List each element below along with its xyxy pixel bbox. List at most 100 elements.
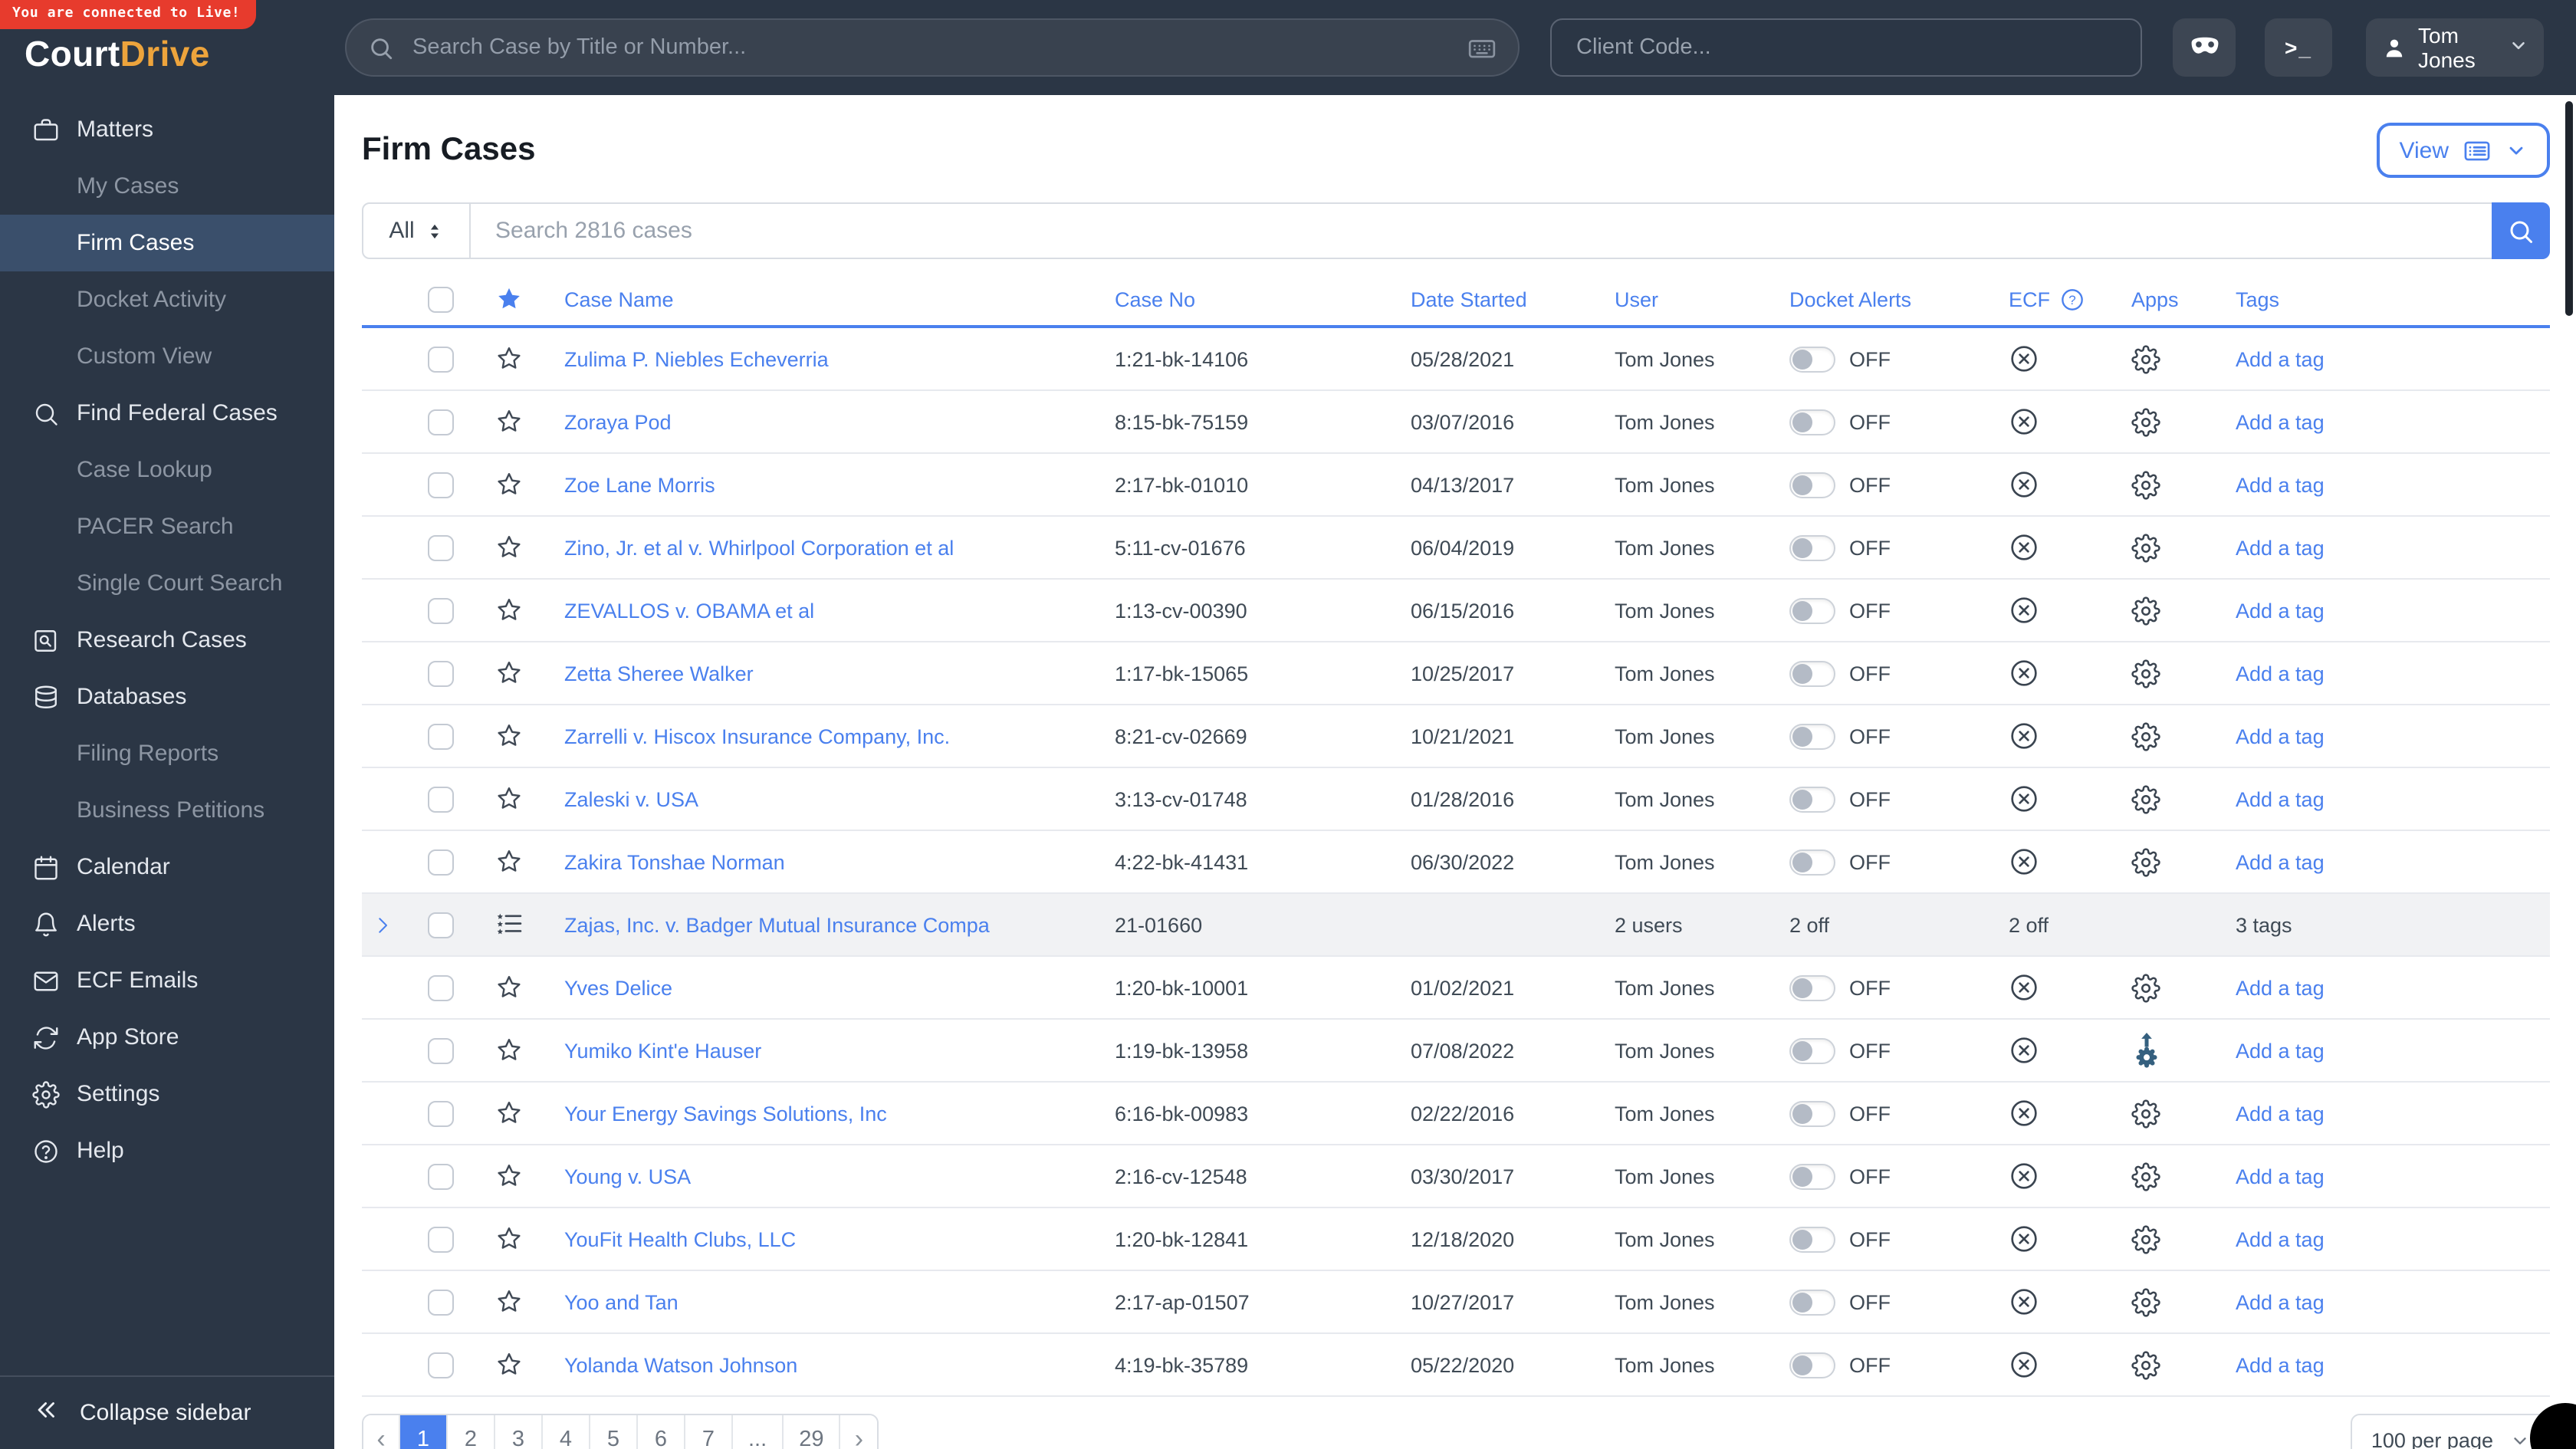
sidebar-item-docket-activity[interactable]: Docket Activity [0,271,334,328]
sidebar-item-settings[interactable]: Settings [0,1066,334,1122]
row-checkbox[interactable] [427,660,453,686]
table-search-button[interactable] [2492,202,2550,259]
favorite-star-icon[interactable] [495,596,523,624]
row-checkbox[interactable] [427,723,453,749]
apps-gear-icon[interactable] [2131,1162,2160,1191]
docket-alerts-toggle[interactable] [1789,472,1835,498]
column-header-docket-alerts[interactable]: Docket Alerts [1765,288,1984,310]
ecf-disabled-icon[interactable] [2009,406,2039,437]
docket-alerts-toggle[interactable] [1789,974,1835,1001]
pagination-page-5[interactable]: 5 [590,1415,638,1449]
case-name-link[interactable]: Zulima P. Niebles Echeverria [564,347,829,370]
case-name-link[interactable]: Yves Delice [564,976,672,999]
pagination-page-[interactable]: ... [733,1415,784,1449]
docket-alerts-toggle[interactable] [1789,597,1835,623]
ecf-disabled-icon[interactable] [2009,343,2039,374]
column-header-apps[interactable]: Apps [2107,288,2211,310]
row-checkbox[interactable] [427,346,453,372]
favorite-star-icon[interactable] [495,722,523,750]
favorite-star-icon[interactable] [495,1225,523,1253]
column-header-case-no[interactable]: Case No [1090,288,1386,310]
apps-gear-icon[interactable] [2131,847,2160,876]
add-tag-link[interactable]: Add a tag [2236,347,2325,370]
case-table-search-input[interactable] [492,216,2470,245]
ecf-disabled-icon[interactable] [2009,595,2039,626]
case-name-link[interactable]: Zoe Lane Morris [564,473,715,496]
apps-gear-icon[interactable] [2131,470,2160,499]
scrollbar-thumb[interactable] [2565,101,2573,316]
case-name-link[interactable]: Zino, Jr. et al v. Whirlpool Corporation… [564,536,954,559]
favorite-star-icon[interactable] [495,534,523,561]
case-name-link[interactable]: ZEVALLOS v. OBAMA et al [564,599,814,622]
row-checkbox[interactable] [427,786,453,812]
apps-gear-icon[interactable] [2131,1350,2160,1379]
favorite-star-icon[interactable] [495,1351,523,1378]
case-name-link[interactable]: Zakira Tonshae Norman [564,850,785,873]
pagination-page-3[interactable]: 3 [495,1415,543,1449]
ecf-disabled-icon[interactable] [2009,658,2039,688]
case-name-link[interactable]: Your Energy Savings Solutions, Inc [564,1102,887,1125]
apps-gear-icon[interactable] [2131,659,2160,688]
ecf-disabled-icon[interactable] [2009,1161,2039,1191]
docket-alerts-toggle[interactable] [1789,1226,1835,1252]
add-tag-link[interactable]: Add a tag [2236,787,2325,810]
sidebar-item-app-store[interactable]: App Store [0,1009,334,1066]
apps-gear-icon[interactable] [2131,784,2160,813]
star-list-icon[interactable] [495,910,524,939]
help-circle-icon[interactable]: ? [2059,286,2085,312]
apps-gear-icon[interactable] [2131,533,2160,562]
case-name-link[interactable]: Zajas, Inc. v. Badger Mutual Insurance C… [564,913,990,936]
expand-row-icon[interactable] [370,913,393,936]
app-update-gear-icon[interactable] [2131,1030,2162,1070]
keyboard-icon[interactable] [1467,33,1497,62]
add-tag-link[interactable]: Add a tag [2236,1290,2325,1313]
docket-alerts-toggle[interactable] [1789,534,1835,560]
add-tag-link[interactable]: Add a tag [2236,724,2325,748]
filter-type-select[interactable]: All [363,204,471,258]
apps-gear-icon[interactable] [2131,344,2160,373]
case-name-link[interactable]: Yoo and Tan [564,1290,678,1313]
favorite-star-icon[interactable] [495,1162,523,1190]
select-all-checkbox[interactable] [427,286,453,312]
row-checkbox[interactable] [427,534,453,560]
case-name-link[interactable]: Yolanda Watson Johnson [564,1353,797,1376]
case-name-link[interactable]: Zarrelli v. Hiscox Insurance Company, In… [564,724,950,748]
row-checkbox[interactable] [427,1352,453,1378]
apps-gear-icon[interactable] [2131,973,2160,1002]
row-checkbox[interactable] [427,409,453,435]
docket-alerts-toggle[interactable] [1789,1100,1835,1126]
apps-gear-icon[interactable] [2131,596,2160,625]
column-header-user[interactable]: User [1590,288,1765,310]
sidebar-item-calendar[interactable]: Calendar [0,839,334,895]
add-tag-link[interactable]: Add a tag [2236,850,2325,873]
pagination-page-1[interactable]: 1 [400,1415,448,1449]
pagination-next-button[interactable]: › [840,1415,878,1449]
add-tag-link[interactable]: Add a tag [2236,1039,2325,1062]
docket-alerts-toggle[interactable] [1789,1352,1835,1378]
add-tag-link[interactable]: Add a tag [2236,410,2325,433]
row-checkbox[interactable] [427,1289,453,1315]
client-code-input[interactable] [1573,34,2119,61]
pagination-page-29[interactable]: 29 [784,1415,841,1449]
add-tag-link[interactable]: Add a tag [2236,1165,2325,1188]
pagination-page-4[interactable]: 4 [543,1415,590,1449]
sidebar-item-pacer-search[interactable]: PACER Search [0,498,334,555]
ecf-disabled-icon[interactable] [2009,846,2039,877]
courtdrive-logo[interactable]: CourtDrive [25,34,210,75]
ecf-disabled-icon[interactable] [2009,784,2039,814]
sidebar-item-custom-view[interactable]: Custom View [0,328,334,385]
apps-gear-icon[interactable] [2131,1099,2160,1128]
favorite-star-icon[interactable] [495,659,523,687]
apps-gear-icon[interactable] [2131,1287,2160,1316]
sidebar-item-single-court-search[interactable]: Single Court Search [0,555,334,612]
docket-alerts-toggle[interactable] [1789,786,1835,812]
pagination-page-6[interactable]: 6 [638,1415,685,1449]
docket-alerts-toggle[interactable] [1789,409,1835,435]
row-checkbox[interactable] [427,1100,453,1126]
sidebar-item-help[interactable]: Help [0,1122,334,1179]
sidebar-item-matters[interactable]: Matters [0,101,334,158]
ecf-disabled-icon[interactable] [2009,1224,2039,1254]
add-tag-link[interactable]: Add a tag [2236,599,2325,622]
case-name-link[interactable]: Zaleski v. USA [564,787,698,810]
apps-gear-icon[interactable] [2131,1224,2160,1254]
